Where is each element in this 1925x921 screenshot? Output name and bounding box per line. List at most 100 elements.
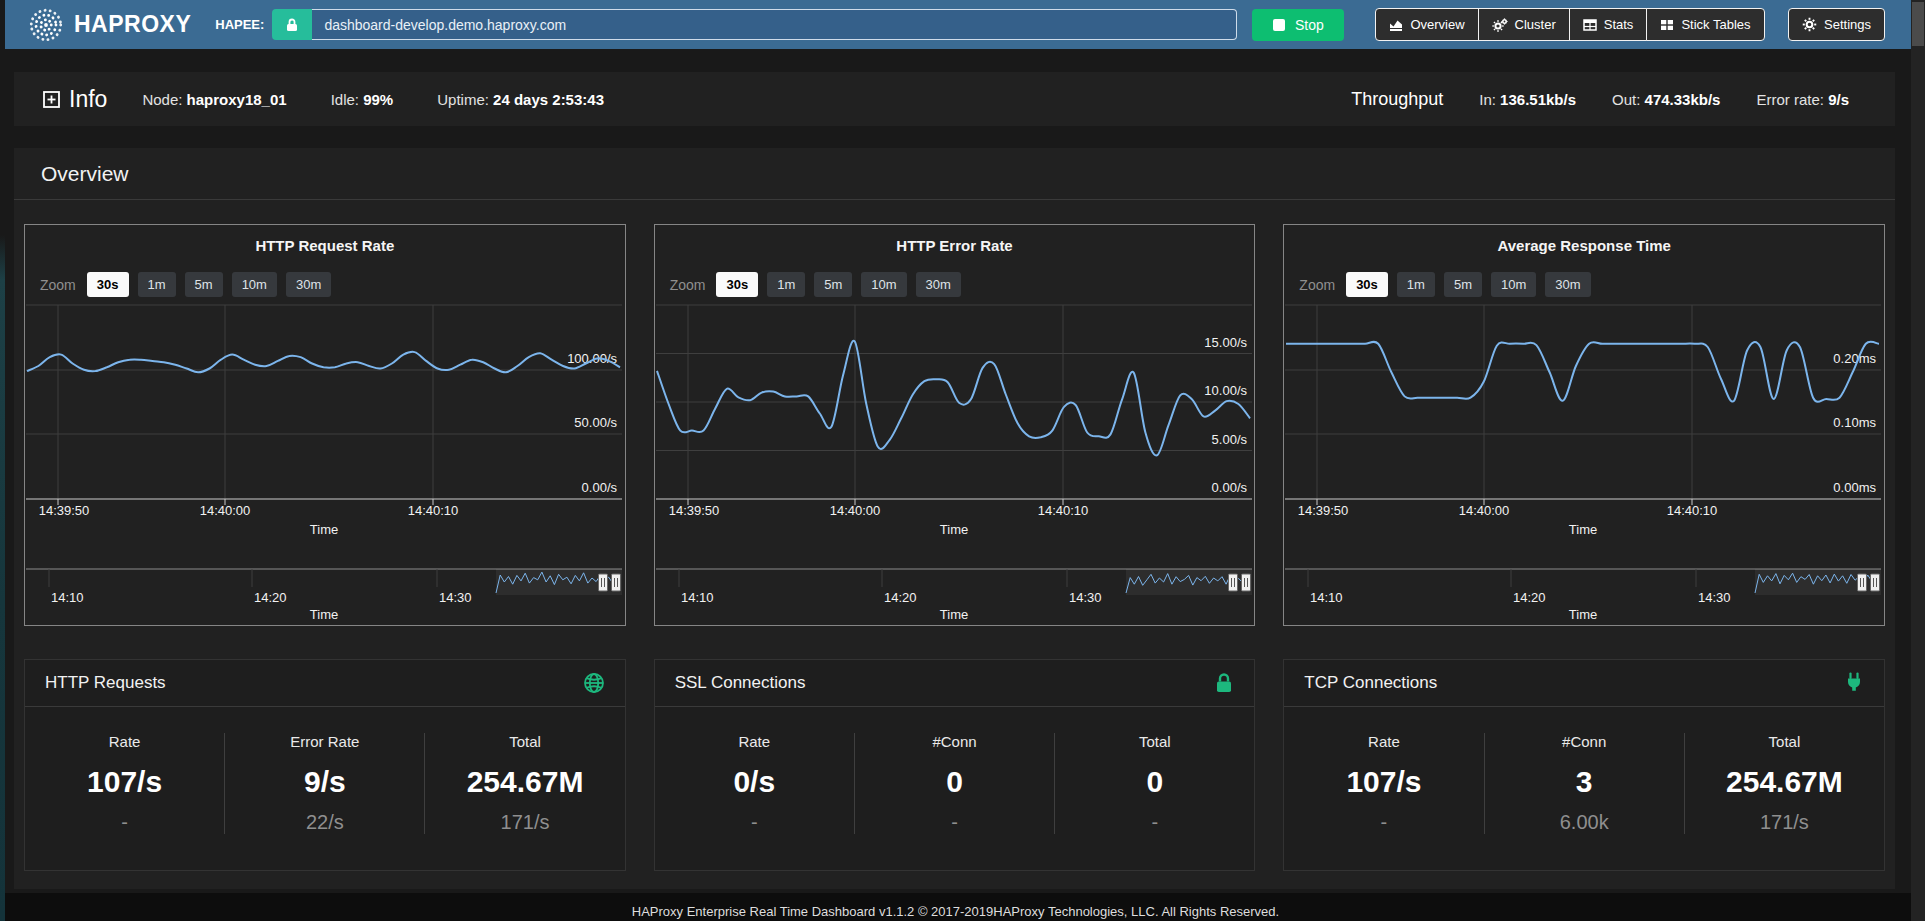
nav-axis-title: Time [1569,607,1597,622]
nav-x-tick: 14:30 [1698,590,1731,605]
chart-panel-http-request-rate: HTTP Request Rate Zoom 30s 1m 5m 10m 30m [24,224,626,626]
y-tick: 15.00/s [1204,335,1247,350]
stat-label: #Conn [1485,733,1684,750]
top-navbar: HAPROXY HAPEE: Stop Overview [0,0,1911,49]
stat-label: Rate [655,733,854,750]
nav-stick-tables-button[interactable]: Stick Tables [1646,8,1764,41]
stop-button[interactable]: Stop [1252,9,1344,41]
settings-button[interactable]: Settings [1788,8,1885,41]
stat-label: Total [425,733,624,750]
zoom-10m-button[interactable]: 10m [1491,272,1536,297]
y-tick: 50.00/s [574,415,617,430]
nav-x-tick: 14:10 [681,590,714,605]
chart-plot[interactable]: 15.00/s 10.00/s 5.00/s 0.00/s 14:39:50 1… [656,303,1252,623]
y-tick: 0.20ms [1834,351,1877,366]
chart-plot[interactable]: 0.20ms 0.10ms 0.00ms 14:39:50 14:40:00 1… [1285,303,1881,623]
lock-icon [1214,672,1234,694]
info-left: Info Node: haproxy18_01 Idle: 99% Uptime… [43,86,648,113]
nav-overview-button[interactable]: Overview [1375,8,1478,41]
zoom-5m-button[interactable]: 5m [1444,272,1482,297]
table-icon [1583,18,1597,32]
card-tcp-connections: TCP Connections Rate 107/s - [1283,659,1885,871]
card-title: SSL Connections [675,673,806,693]
stat-label: Total [1685,733,1884,750]
chart-plot[interactable]: 100.00/s 50.00/s 0.00/s 14:39:50 14:40:0… [26,303,622,623]
navigator-handle[interactable] [1228,574,1237,591]
navigator-handle[interactable] [1871,574,1880,591]
y-tick: 10.00/s [1204,383,1247,398]
zoom-label: Zoom [1299,277,1335,293]
nav-stats-label: Stats [1604,17,1634,32]
stop-icon [1273,19,1285,31]
nav-x-tick: 14:20 [254,590,287,605]
navigator-handle[interactable] [1241,574,1250,591]
stat-col-conn: #Conn 0 - [854,733,1054,834]
navigator-handle[interactable] [612,574,621,591]
zoom-30m-button[interactable]: 30m [286,272,331,297]
nav-stats-button[interactable]: Stats [1569,8,1648,41]
node-info: Node: haproxy18_01 [142,91,286,108]
zoom-10m-button[interactable]: 10m [232,272,277,297]
nav-stick-tables-label: Stick Tables [1681,17,1750,32]
zoom-controls: Zoom 30s 1m 5m 10m 30m [670,272,1255,297]
stat-sub: - [855,811,1054,834]
chart-title: HTTP Request Rate [25,237,625,254]
card-body: Rate 0/s - #Conn 0 - Total 0 - [655,707,1255,864]
zoom-30s-button[interactable]: 30s [1346,272,1388,297]
nav-overview-label: Overview [1410,17,1464,32]
series-line [1286,342,1879,402]
x-axis-title: Time [939,522,967,537]
haproxy-brand[interactable]: HAPROXY [27,6,191,44]
main-content: Overview HTTP Request Rate Zoom 30s 1m 5… [14,148,1895,889]
zoom-1m-button[interactable]: 1m [767,272,805,297]
stat-value: 0 [855,765,1054,799]
stat-value: 254.67M [1685,765,1884,799]
chart-title: Average Response Time [1284,237,1884,254]
charts-row: HTTP Request Rate Zoom 30s 1m 5m 10m 30m [14,200,1895,626]
stat-col-error-rate: Error Rate 9/s 22/s [224,733,424,834]
haproxy-logo-icon [27,6,65,44]
x-tick: 14:40:10 [1037,503,1088,518]
nav-x-tick: 14:30 [439,590,472,605]
zoom-10m-button[interactable]: 10m [861,272,906,297]
lock-badge [272,9,312,40]
nav-cluster-label: Cluster [1515,17,1556,32]
zoom-5m-button[interactable]: 5m [814,272,852,297]
chart-title: HTTP Error Rate [655,237,1255,254]
throughput-label: Throughput [1351,89,1443,110]
card-ssl-connections: SSL Connections Rate 0/s - #Conn 0 [654,659,1256,871]
settings-label: Settings [1824,17,1871,32]
zoom-30m-button[interactable]: 30m [916,272,961,297]
zoom-1m-button[interactable]: 1m [138,272,176,297]
zoom-30m-button[interactable]: 30m [1545,272,1590,297]
uptime-info: Uptime: 24 days 2:53:43 [437,91,604,108]
zoom-controls: Zoom 30s 1m 5m 10m 30m [40,272,625,297]
zoom-1m-button[interactable]: 1m [1397,272,1435,297]
url-input[interactable] [312,9,1237,40]
zoom-30s-button[interactable]: 30s [87,272,129,297]
nav-x-tick: 14:20 [884,590,917,605]
in-info: In: 136.51kb/s [1479,91,1576,108]
series-line [27,352,620,373]
stat-value: 9/s [225,765,424,799]
nav-cluster-button[interactable]: Cluster [1478,8,1570,41]
zoom-label: Zoom [670,277,706,293]
y-tick: 0.00/s [582,480,618,495]
plus-square-icon[interactable] [43,91,60,108]
zoom-5m-button[interactable]: 5m [185,272,223,297]
out-info: Out: 474.33kb/s [1612,91,1720,108]
navigator-handle[interactable] [1858,574,1867,591]
stat-sub: - [1055,811,1254,834]
card-title: HTTP Requests [45,673,166,693]
zoom-30s-button[interactable]: 30s [716,272,758,297]
x-tick: 14:39:50 [1298,503,1349,518]
stat-value: 107/s [1284,765,1483,799]
vertical-scrollbar[interactable] [1911,0,1925,921]
footer-text: HAProxy Enterprise Real Time Dashboard v… [632,904,1279,919]
scrollbar-thumb[interactable] [1912,2,1924,46]
y-tick: 0.00ms [1834,480,1877,495]
stat-sub: 22/s [225,811,424,834]
stat-value: 0/s [655,765,854,799]
navigator-handle[interactable] [599,574,608,591]
card-body: Rate 107/s - #Conn 3 6.00k Total 254.67M… [1284,707,1884,864]
